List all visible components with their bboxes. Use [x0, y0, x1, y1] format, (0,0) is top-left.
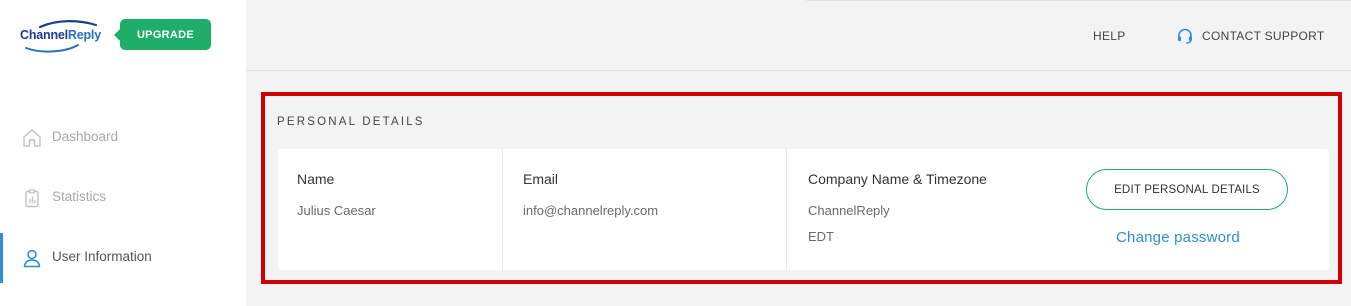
name-label: Name [297, 171, 335, 187]
contact-support-link[interactable]: CONTACT SUPPORT [1176, 27, 1325, 45]
top-divider [806, 0, 1351, 1]
sidebar-item-dashboard[interactable]: Dashboard [0, 113, 246, 163]
channelreply-logo[interactable]: ChannelReply [18, 18, 102, 58]
change-password-link[interactable]: Change password [1116, 229, 1240, 246]
sidebar-item-user-information[interactable]: User Information [0, 233, 246, 283]
sidebar-item-statistics[interactable]: Statistics [0, 173, 246, 223]
sidebar-item-label: Dashboard [52, 129, 119, 144]
email-value: info@channelreply.com [523, 203, 659, 218]
personal-details-card: Name Julius Caesar Email info@channelrep… [278, 149, 1329, 270]
user-icon [23, 249, 41, 268]
company-timezone-label: Company Name & Timezone [808, 171, 987, 187]
app-root: ChannelReply UPGRADE Dashboard Statistic… [0, 0, 1351, 306]
name-value: Julius Caesar [297, 203, 376, 218]
logo-text-reply: Reply [67, 28, 101, 42]
timezone-value: EDT [808, 229, 834, 244]
contact-support-label: CONTACT SUPPORT [1202, 29, 1325, 43]
column-divider [786, 149, 787, 270]
section-title: PERSONAL DETAILS [277, 116, 425, 128]
help-link[interactable]: HELP [1093, 29, 1126, 43]
top-bar: HELP CONTACT SUPPORT [246, 0, 1351, 71]
headset-icon [1178, 28, 1192, 44]
company-name-value: ChannelReply [808, 203, 890, 218]
sidebar: ChannelReply UPGRADE Dashboard Statistic… [0, 0, 246, 306]
logo-text-channel: Channel [20, 28, 68, 42]
email-label: Email [523, 171, 559, 187]
upgrade-button[interactable]: UPGRADE [114, 19, 211, 50]
sidebar-item-label: Statistics [52, 189, 107, 204]
home-icon [23, 129, 41, 147]
edit-personal-details-button[interactable]: EDIT PERSONAL DETAILS [1086, 169, 1288, 210]
sidebar-item-label: User Information [52, 249, 152, 264]
clipboard-chart-icon [25, 189, 39, 208]
logo-text: ChannelReply [20, 28, 101, 42]
column-divider [502, 149, 503, 270]
